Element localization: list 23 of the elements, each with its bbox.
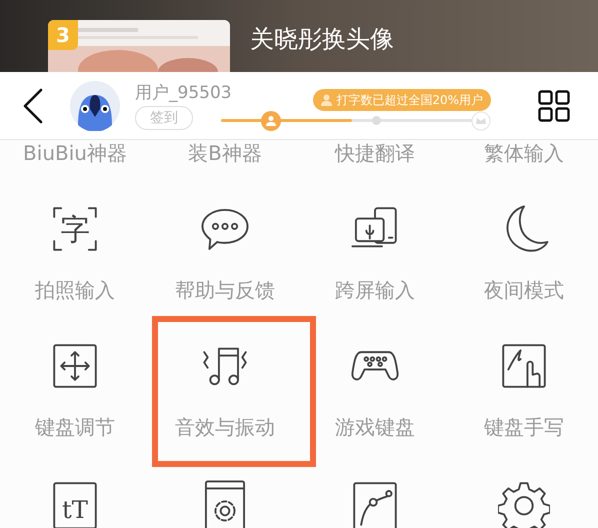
back-icon[interactable] — [22, 88, 44, 124]
feature-label[interactable]: 音效与振动 — [175, 414, 275, 440]
checkin-button[interactable]: 签到 — [135, 106, 193, 130]
feature-label[interactable]: 键盘手写 — [484, 414, 564, 440]
progress-marker-icon — [261, 110, 281, 130]
feature-label[interactable]: 游戏键盘 — [335, 414, 415, 440]
feature-label[interactable]: 键盘调节 — [35, 414, 115, 440]
achievement-badge: 打字数已超过全国20%用户 — [313, 89, 491, 111]
grid-menu-icon[interactable] — [538, 90, 570, 122]
feature-label[interactable]: BiuBiu神器 — [23, 140, 127, 166]
feature-label[interactable]: 夜间模式 — [484, 277, 564, 303]
avatar[interactable] — [70, 80, 120, 130]
feature-label[interactable]: 装B神器 — [188, 140, 262, 166]
feature-label[interactable]: 拍照输入 — [35, 277, 115, 303]
news-banner[interactable]: 3 关晓彤换头像 — [0, 0, 598, 72]
feature-label[interactable]: 帮助与反馈 — [175, 277, 275, 303]
person-icon — [321, 94, 332, 106]
feature-label[interactable]: 跨屏输入 — [335, 277, 415, 303]
rank-badge: 3 — [48, 20, 78, 50]
news-title[interactable]: 关晓彤换头像 — [250, 24, 394, 54]
crown-icon — [471, 110, 491, 130]
feature-label[interactable]: 快捷翻译 — [335, 140, 415, 166]
feature-label[interactable]: 繁体输入 — [484, 140, 564, 166]
